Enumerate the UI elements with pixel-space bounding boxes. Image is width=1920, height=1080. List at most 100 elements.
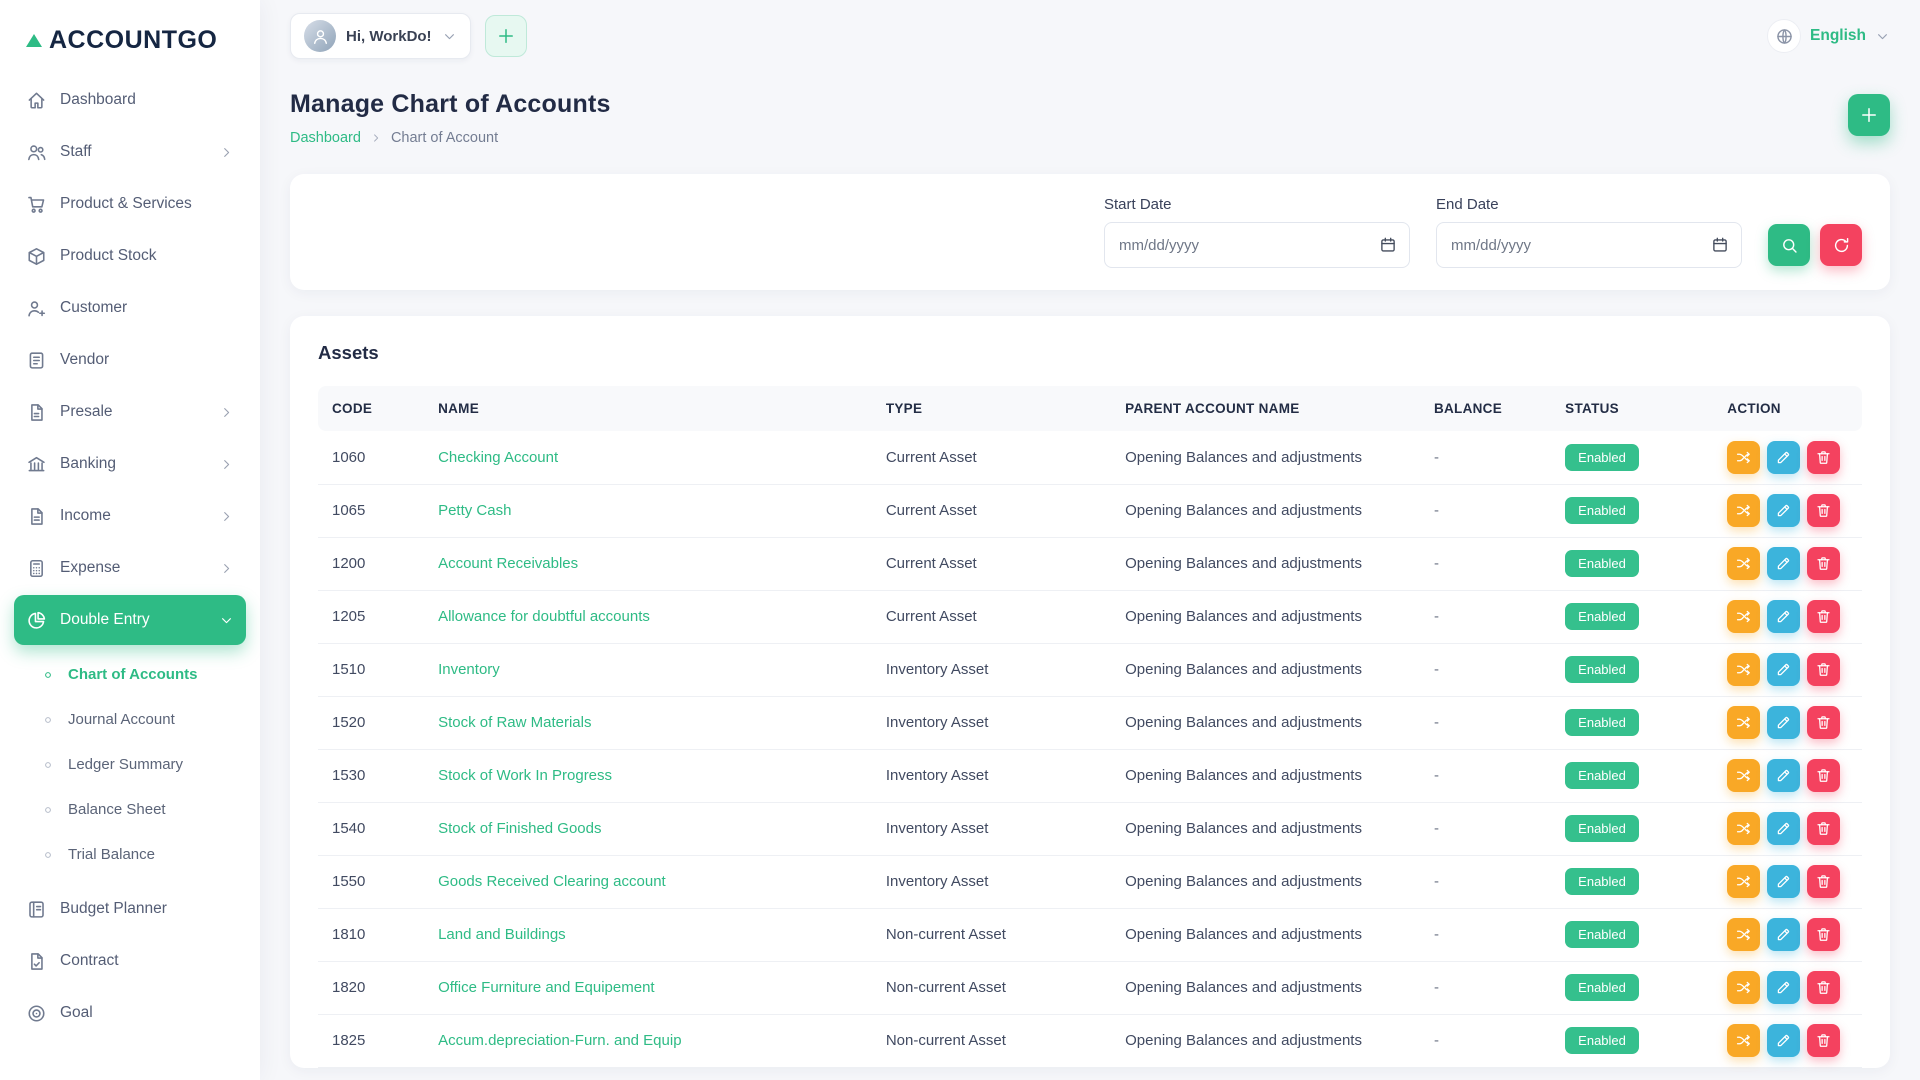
sidebar-subitem-balance-sheet[interactable]: Balance Sheet <box>14 787 246 832</box>
account-name-link[interactable]: Petty Cash <box>438 502 511 519</box>
sidebar-item-goal[interactable]: Goal <box>14 988 246 1038</box>
sidebar-item-vendor[interactable]: Vendor <box>14 335 246 385</box>
end-date-input[interactable] <box>1436 222 1742 268</box>
journal-entries-button[interactable] <box>1727 971 1761 1004</box>
delete-account-button[interactable] <box>1807 653 1841 686</box>
sidebar-item-dashboard[interactable]: Dashboard <box>14 75 246 125</box>
delete-account-button[interactable] <box>1807 547 1841 580</box>
account-name-link[interactable]: Allowance for doubtful accounts <box>438 608 650 625</box>
user-menu[interactable]: Hi, WorkDo! <box>290 13 471 59</box>
app-logo[interactable]: ACCOUNTGO <box>0 16 260 75</box>
delete-account-button[interactable] <box>1807 971 1841 1004</box>
journal-entries-button[interactable] <box>1727 494 1761 527</box>
row-actions <box>1727 653 1850 686</box>
journal-entries-button[interactable] <box>1727 759 1761 792</box>
delete-account-button[interactable] <box>1807 1024 1841 1057</box>
edit-account-button[interactable] <box>1767 865 1801 898</box>
sidebar-item-staff[interactable]: Staff <box>14 127 246 177</box>
delete-account-button[interactable] <box>1807 759 1841 792</box>
sidebar-item-double-entry[interactable]: Double Entry <box>14 595 246 645</box>
delete-account-button[interactable] <box>1807 865 1841 898</box>
sidebar-item-expense[interactable]: Expense <box>14 543 246 593</box>
account-name-link[interactable]: Stock of Raw Materials <box>438 714 591 731</box>
account-name-link[interactable]: Land and Buildings <box>438 926 566 943</box>
edit-account-button[interactable] <box>1767 547 1801 580</box>
delete-account-button[interactable] <box>1807 918 1841 951</box>
edit-account-button[interactable] <box>1767 706 1801 739</box>
journal-entries-button[interactable] <box>1727 1024 1761 1057</box>
double-entry-icon <box>26 610 47 631</box>
delete-account-button[interactable] <box>1807 494 1841 527</box>
edit-account-button[interactable] <box>1767 440 1801 474</box>
journal-entries-button[interactable] <box>1727 547 1761 580</box>
user-icon <box>311 27 330 46</box>
table-row: 1200 Account Receivables Current Asset Open… <box>318 537 1862 591</box>
delete-account-button[interactable] <box>1807 706 1841 739</box>
journal-entries-icon <box>1735 555 1752 572</box>
journal-entries-button[interactable] <box>1727 865 1761 898</box>
sidebar-item-product-stock[interactable]: Product Stock <box>14 231 246 281</box>
account-name-link[interactable]: Account Receivables <box>438 555 578 572</box>
journal-entries-button[interactable] <box>1727 600 1761 633</box>
breadcrumb-dashboard-link[interactable]: Dashboard <box>290 130 361 146</box>
search-button[interactable] <box>1768 224 1810 266</box>
edit-account-button[interactable] <box>1767 653 1801 686</box>
edit-account-button[interactable] <box>1767 1024 1801 1057</box>
account-name-link[interactable]: Office Furniture and Equipement <box>438 979 655 996</box>
sidebar-item-contract[interactable]: Contract <box>14 936 246 986</box>
edit-account-button[interactable] <box>1767 759 1801 792</box>
sidebar-subitem-trial-balance[interactable]: Trial Balance <box>14 832 246 877</box>
chevron-right-icon <box>219 457 234 472</box>
trash-icon <box>1815 926 1832 943</box>
edit-icon <box>1775 661 1792 678</box>
sidebar-subitem-label: Chart of Accounts <box>68 666 198 683</box>
account-name-link[interactable]: Checking Account <box>438 449 558 466</box>
sidebar-subitem-chart-of-accounts[interactable]: Chart of Accounts <box>14 652 246 697</box>
sidebar-item-banking[interactable]: Banking <box>14 439 246 489</box>
calendar-icon[interactable] <box>1379 236 1397 254</box>
row-actions <box>1727 494 1850 527</box>
language-selector[interactable]: English <box>1767 19 1890 53</box>
journal-entries-button[interactable] <box>1727 706 1761 739</box>
edit-account-button[interactable] <box>1767 600 1801 633</box>
sidebar-item-label: Product & Services <box>60 195 192 212</box>
app-root: ACCOUNTGO Dashboard Staff Product & Servic… <box>0 0 1920 1080</box>
delete-account-button[interactable] <box>1807 600 1841 633</box>
add-workspace-button[interactable] <box>484 15 527 57</box>
journal-entries-button[interactable] <box>1727 812 1761 845</box>
reset-button[interactable] <box>1820 224 1862 266</box>
account-name-link[interactable]: Accum.depreciation-Furn. and Equip <box>438 1032 681 1049</box>
delete-account-button[interactable] <box>1807 812 1841 845</box>
journal-entries-button[interactable] <box>1727 440 1761 474</box>
table-header-row: CODE NAME TYPE PARENT ACCOUNT NAME BALANCE ST… <box>318 386 1862 431</box>
journal-entries-icon <box>1735 767 1752 784</box>
account-code: 1200 <box>318 537 427 591</box>
account-name-link[interactable]: Goods Received Clearing account <box>438 873 666 890</box>
start-date-field <box>1104 222 1410 268</box>
edit-account-button[interactable] <box>1767 918 1801 951</box>
account-name-link[interactable]: Stock of Work In Progress <box>438 767 612 784</box>
account-balance: - <box>1421 749 1554 803</box>
sidebar-subitem-ledger-summary[interactable]: Ledger Summary <box>14 742 246 787</box>
edit-account-button[interactable] <box>1767 812 1801 845</box>
sidebar-item-product-services[interactable]: Product & Services <box>14 179 246 229</box>
calendar-icon[interactable] <box>1711 236 1729 254</box>
journal-entries-button[interactable] <box>1727 918 1761 951</box>
sidebar-item-presale[interactable]: Presale <box>14 387 246 437</box>
sidebar-subitem-journal-account[interactable]: Journal Account <box>14 697 246 742</box>
sidebar-item-budget-planner[interactable]: Budget Planner <box>14 884 246 934</box>
sidebar-item-income[interactable]: Income <box>14 491 246 541</box>
account-name-link[interactable]: Inventory <box>438 661 500 678</box>
delete-account-button[interactable] <box>1807 440 1841 474</box>
trash-icon <box>1815 767 1832 784</box>
main-area: Hi, WorkDo! English Manage Chart of Acco… <box>260 0 1920 1080</box>
account-type: Current Asset <box>873 484 1114 538</box>
journal-entries-button[interactable] <box>1727 653 1761 686</box>
edit-icon <box>1775 873 1792 890</box>
create-account-button[interactable] <box>1848 94 1890 136</box>
sidebar-item-customer[interactable]: Customer <box>14 283 246 333</box>
edit-account-button[interactable] <box>1767 494 1801 527</box>
edit-account-button[interactable] <box>1767 971 1801 1004</box>
account-name-link[interactable]: Stock of Finished Goods <box>438 820 601 837</box>
start-date-input[interactable] <box>1104 222 1410 268</box>
